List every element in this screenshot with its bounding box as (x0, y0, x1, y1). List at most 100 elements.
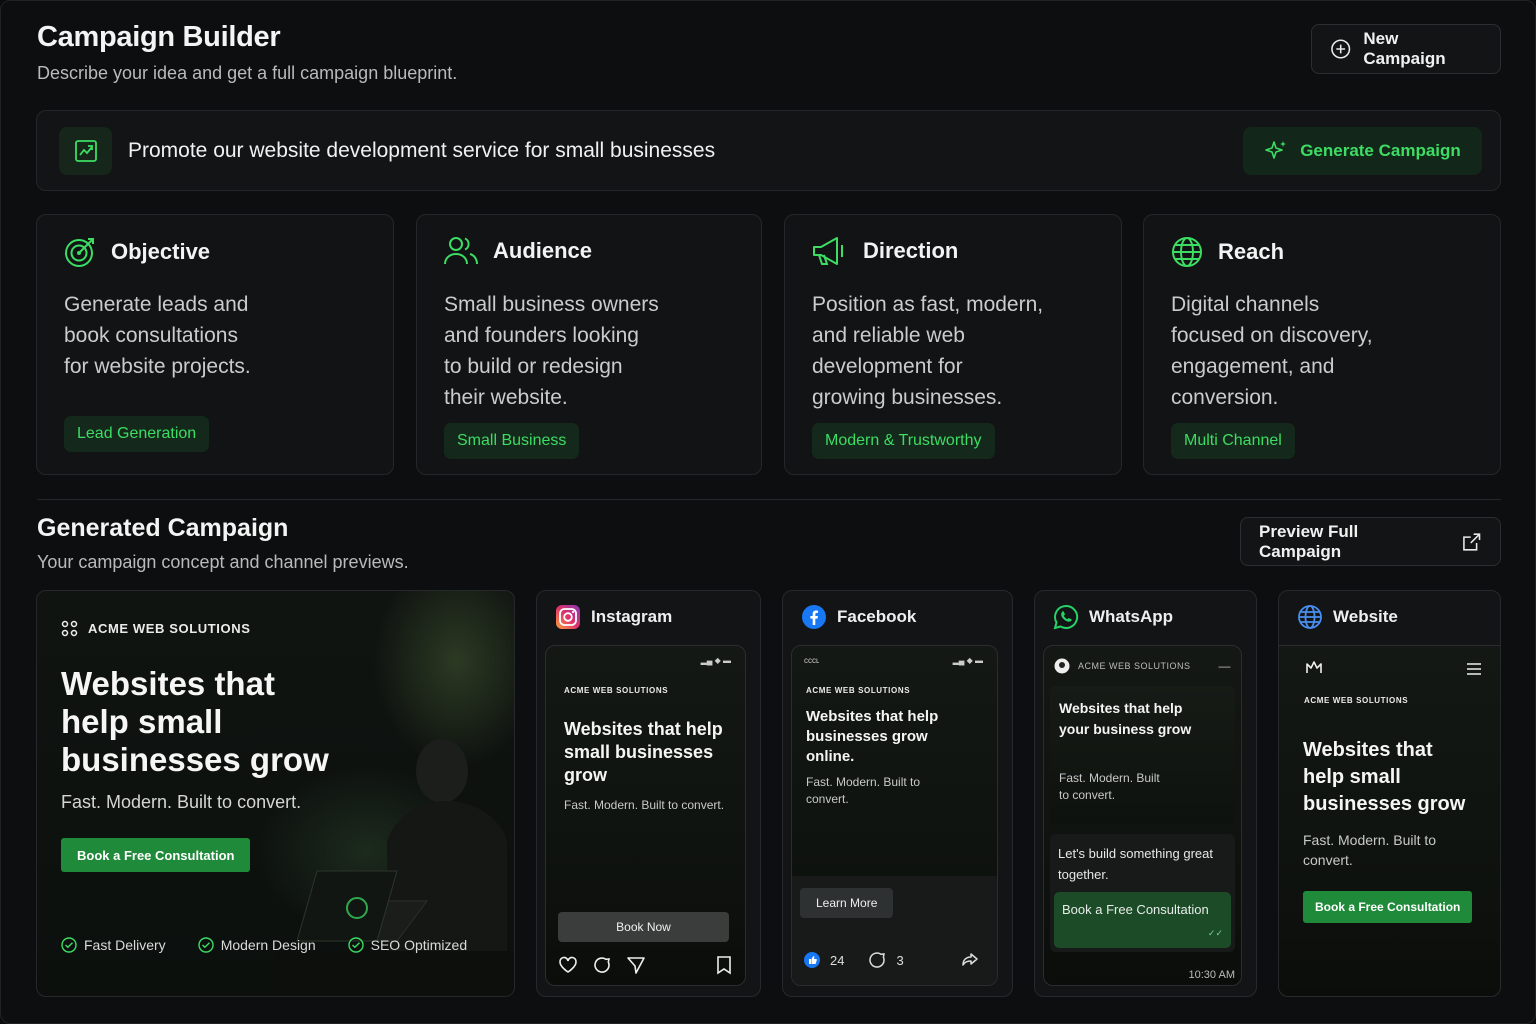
globe-icon (1298, 605, 1322, 629)
audience-text: Small business owners and founders lookin… (444, 293, 659, 409)
website-brand: ACME WEB SOLUTIONS (1304, 696, 1409, 705)
status-bar-icons: ▂▄ ◆ ▬ (700, 656, 731, 665)
megaphone-icon (813, 237, 843, 265)
comment-icon[interactable] (592, 955, 612, 975)
hero-brand: ACME WEB SOLUTIONS (61, 620, 250, 637)
brand-logo-icon (61, 620, 78, 637)
carrier-label: ᴄᴄᴄʟ (804, 656, 820, 665)
whatsapp-book-button[interactable]: Book a Free Consultation ✓✓ (1054, 892, 1231, 948)
whatsapp-time: 10:30 AM (1188, 969, 1235, 981)
objective-text: Generate leads and book consultations for … (64, 293, 251, 378)
prompt-input[interactable]: Promote our website development service … (128, 139, 715, 163)
hero-features: Fast Delivery Modern Design SEO Optimize… (61, 937, 467, 953)
hero-tagline: Fast. Modern. Built to convert. (61, 792, 302, 812)
feature-modern-design: Modern Design (197, 937, 316, 953)
whatsapp-image-card: Websites that help your business grow Fa… (1050, 686, 1235, 824)
whatsapp-sub: Fast. Modern. Built to convert. (1059, 771, 1160, 802)
instagram-sub: Fast. Modern. Built to convert. (564, 798, 725, 812)
instagram-icon (556, 605, 580, 629)
sparkles-icon (1265, 141, 1287, 159)
audience-title: Audience (493, 238, 593, 263)
feature-fast-delivery: Fast Delivery (61, 937, 166, 953)
whatsapp-chat-header: ACME WEB SOLUTIONS — (1054, 654, 1231, 678)
direction-text: Position as fast, modern, and reliable we… (812, 293, 1044, 409)
hero-ad-preview[interactable]: ACME WEB SOLUTIONS Websites that help sm… (36, 590, 515, 997)
website-sub: Fast. Modern. Built to convert. (1303, 832, 1437, 868)
facebook-brand: ACME WEB SOLUTIONS (806, 686, 911, 695)
preview-full-campaign-button[interactable]: Preview Full Campaign (1240, 517, 1501, 566)
audience-tag: Small Business (444, 423, 580, 459)
whatsapp-preview[interactable]: WhatsApp ACME WEB SOLUTIONS — Websites t… (1034, 590, 1257, 997)
website-preview[interactable]: Website ACME WEB SOLUTIONS Websites that… (1278, 590, 1501, 997)
whatsapp-headline: Websites that help your business grow (1059, 700, 1192, 737)
contact-avatar-icon (1054, 658, 1070, 674)
check-circle-icon (61, 937, 77, 953)
direction-card: Direction Position as fast, modern, and r… (784, 214, 1122, 475)
audience-card: Audience Small business owners and founde… (416, 214, 762, 475)
instagram-preview[interactable]: Instagram ▂▄ ◆ ▬ ACME WEB SOLUTIONS Webs… (536, 590, 761, 997)
section-divider (37, 499, 1501, 500)
facebook-header: Facebook (801, 604, 916, 630)
instagram-actions (558, 955, 733, 975)
reach-card: Reach Digital channels focused on discove… (1143, 214, 1501, 475)
generated-subtitle: Your campaign concept and channel previe… (37, 552, 409, 572)
generate-campaign-label: Generate Campaign (1300, 141, 1461, 160)
facebook-icon (802, 605, 826, 629)
reach-text: Digital channels focused on discovery, eng… (1171, 293, 1373, 409)
whatsapp-phone: ACME WEB SOLUTIONS — Websites that help … (1043, 645, 1242, 986)
website-page: ACME WEB SOLUTIONS Websites that help sm… (1279, 645, 1500, 996)
like-icon[interactable] (804, 952, 820, 968)
heart-icon[interactable] (558, 955, 578, 975)
objective-tag: Lead Generation (64, 416, 210, 452)
plus-circle-icon (1331, 39, 1351, 59)
new-campaign-label: New Campaign (1363, 29, 1446, 68)
globe-icon (1172, 237, 1202, 267)
hero-headline: Websites that help small businesses grow (61, 665, 329, 778)
bookmark-icon[interactable] (715, 955, 733, 975)
facebook-phone: ᴄᴄᴄʟ ▂▄ ◆ ▬ ACME WEB SOLUTIONS Websites … (791, 645, 998, 986)
website-header: Website (1297, 604, 1398, 630)
instagram-book-now-button[interactable]: Book Now (558, 912, 729, 942)
menu-icon[interactable]: — (1219, 659, 1232, 673)
hamburger-menu-icon[interactable] (1466, 662, 1482, 676)
generate-campaign-button[interactable]: Generate Campaign (1243, 127, 1482, 175)
users-icon (444, 237, 478, 265)
whatsapp-message-bubble: Let's build something great together. Bo… (1050, 834, 1235, 952)
direction-tag: Modern & Trustworthy (812, 423, 995, 459)
website-cta-button[interactable]: Book a Free Consultation (1303, 891, 1473, 923)
share-icon[interactable] (626, 955, 646, 975)
external-link-icon (1462, 532, 1480, 551)
likes-count: 24 (830, 952, 845, 968)
website-headline: Websites that help small businesses grow (1303, 739, 1466, 815)
generated-title: Generated Campaign (37, 514, 289, 542)
facebook-preview[interactable]: Facebook ᴄᴄᴄʟ ▂▄ ◆ ▬ ACME WEB SOLUTIONS … (782, 590, 1013, 997)
objective-card: Objective Generate leads and book consult… (36, 214, 394, 475)
prompt-bar[interactable]: Promote our website development service … (36, 110, 1501, 191)
objective-title: Objective (111, 239, 211, 264)
new-campaign-button[interactable]: New Campaign (1311, 24, 1501, 74)
whatsapp-message: Let's build something great together. (1058, 846, 1213, 882)
edit-chart-icon (59, 127, 112, 175)
whatsapp-icon (1053, 604, 1079, 630)
page-title: Campaign Builder (37, 21, 281, 53)
status-bar-icons: ▂▄ ◆ ▬ (952, 656, 983, 665)
facebook-headline: Websites that help businesses grow onlin… (806, 708, 939, 765)
hero-cta-button[interactable]: Book a Free Consultation (61, 838, 251, 872)
direction-title: Direction (863, 238, 959, 263)
check-circle-icon (197, 937, 214, 953)
feature-seo-optimized: SEO Optimized (347, 937, 467, 953)
instagram-phone: ▂▄ ◆ ▬ ACME WEB SOLUTIONS Websites that … (545, 645, 746, 986)
comment-icon[interactable] (868, 951, 886, 969)
facebook-stats: 24 3 (804, 951, 979, 969)
facebook-learn-more-button[interactable]: Learn More (800, 888, 894, 918)
instagram-header: Instagram (555, 604, 672, 630)
app-window: Campaign Builder Describe your idea and … (0, 0, 1536, 1024)
page-subtitle: Describe your idea and get a full campai… (37, 63, 458, 83)
facebook-footer: Learn More 24 3 (792, 876, 997, 985)
instagram-brand: ACME WEB SOLUTIONS (564, 686, 669, 695)
reach-tag: Multi Channel (1171, 423, 1295, 459)
share-icon[interactable] (961, 951, 979, 969)
check-circle-icon (347, 937, 364, 953)
target-icon (65, 238, 94, 267)
facebook-sub: Fast. Modern. Built to convert. (806, 775, 921, 806)
